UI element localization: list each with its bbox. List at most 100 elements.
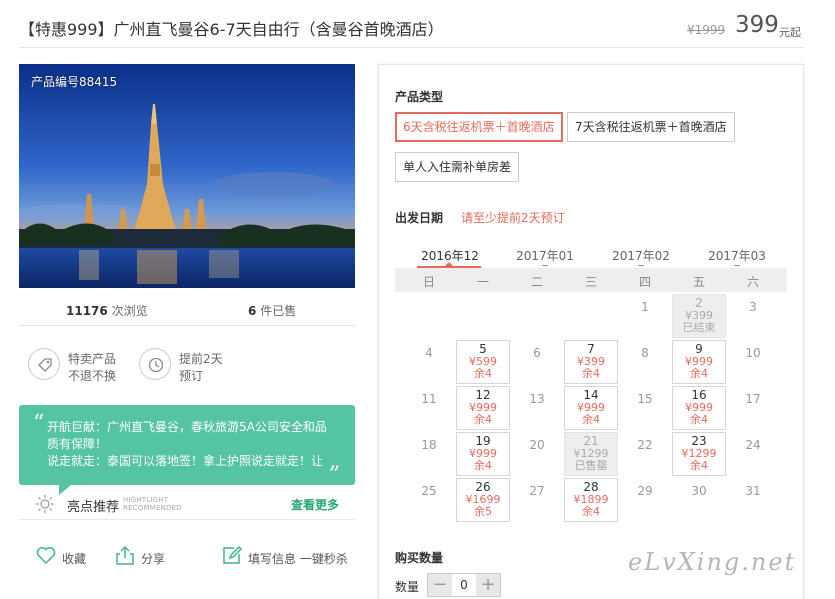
month-tab[interactable]: 2017年02 bbox=[608, 247, 674, 266]
day-status: 余4 bbox=[474, 367, 492, 380]
calendar-day[interactable]: 7 ¥399 余4 bbox=[564, 340, 618, 384]
month-tab[interactable]: 2017年03 bbox=[704, 247, 770, 266]
calendar-day: 15 bbox=[618, 386, 672, 430]
weekday-label: 二 bbox=[530, 275, 543, 289]
views-stat: 11176 次浏览 bbox=[66, 302, 148, 319]
open-quote-icon: “ bbox=[33, 411, 45, 436]
day-number: 29 bbox=[637, 484, 653, 498]
highlight-title: 亮点推荐 bbox=[67, 500, 120, 515]
day-number: 4 bbox=[425, 346, 433, 360]
calendar-day: 13 bbox=[510, 386, 564, 430]
day-number: 8 bbox=[641, 346, 649, 360]
calendar-day[interactable]: 16 ¥999 余4 bbox=[672, 386, 726, 430]
weekday-label: 三 bbox=[584, 275, 597, 289]
day-number: 31 bbox=[745, 484, 761, 498]
product-type-option-6day[interactable]: 6天含税往返机票＋首晚酒店 bbox=[395, 112, 563, 142]
promo-line: 开航巨献：广州直飞曼谷，春秋旅游5A公司安全和品 bbox=[47, 420, 327, 434]
day-number: 1 bbox=[641, 300, 649, 314]
departure-title: 出发日期 bbox=[395, 211, 444, 225]
day-number: 22 bbox=[637, 438, 653, 452]
weekday-label: 日 bbox=[422, 275, 435, 289]
weekday-label: 一 bbox=[476, 275, 489, 289]
sold-label: 件已售 bbox=[260, 304, 297, 318]
day-number: 25 bbox=[421, 484, 437, 498]
stats-bar: 11176 次浏览 6 件已售 bbox=[19, 296, 355, 326]
day-status: 余4 bbox=[474, 459, 492, 472]
day-number: 3 bbox=[749, 300, 757, 314]
day-number: 11 bbox=[421, 392, 437, 406]
share-icon bbox=[116, 545, 134, 565]
day-status: 余4 bbox=[582, 413, 600, 426]
product-type-title: 产品类型 bbox=[395, 90, 444, 104]
title-bar: 【特惠999】广州直飞曼谷6-7天自由行（含曼谷首晚酒店） ¥1999 399 … bbox=[19, 12, 804, 48]
calendar-day: 17 bbox=[726, 386, 780, 430]
day-number: 13 bbox=[529, 392, 545, 406]
day-status: 已售罄 bbox=[574, 459, 608, 472]
day-status: 余4 bbox=[690, 413, 708, 426]
product-type-option-single-room[interactable]: 单人入住需补单房差 bbox=[395, 152, 520, 182]
quantity-stepper: − 0 + bbox=[427, 573, 501, 597]
calendar-day[interactable]: 14 ¥999 余4 bbox=[564, 386, 618, 430]
calendar-day: 10 bbox=[726, 340, 780, 384]
day-status: 余4 bbox=[690, 459, 708, 472]
month-tab[interactable]: 2016年12 bbox=[417, 247, 483, 268]
month-tab[interactable]: 2017年01 bbox=[512, 247, 578, 266]
calendar-day: 20 bbox=[510, 432, 564, 476]
quantity-title: 购买数量 bbox=[395, 551, 444, 565]
quantity-value[interactable]: 0 bbox=[452, 574, 476, 596]
see-more-link[interactable]: 查看更多 bbox=[291, 496, 339, 513]
calendar-day[interactable]: 19 ¥999 余4 bbox=[456, 432, 510, 476]
edit-icon bbox=[223, 545, 243, 564]
day-status: 已结束 bbox=[682, 321, 716, 334]
day-number: 15 bbox=[637, 392, 653, 406]
watermark: eLvXing.net bbox=[628, 548, 797, 576]
price-unit: 元起 bbox=[779, 26, 801, 39]
calendar-day[interactable]: 26 ¥1699 余5 bbox=[456, 478, 510, 522]
calendar-day[interactable]: 28 ¥1899 余4 bbox=[564, 478, 618, 522]
calendar-day[interactable]: 12 ¥999 余4 bbox=[456, 386, 510, 430]
calendar-day: 22 bbox=[618, 432, 672, 476]
product-photo[interactable]: 产品编号88415 bbox=[19, 64, 355, 288]
quantity-label: 数量 bbox=[395, 580, 420, 594]
calendar-day: 8 bbox=[618, 340, 672, 384]
weekday-label: 五 bbox=[692, 275, 705, 289]
day-status: 余4 bbox=[474, 413, 492, 426]
quantity-minus-button[interactable]: − bbox=[428, 574, 452, 596]
share-label: 分享 bbox=[141, 552, 166, 566]
calendar-day[interactable]: 23 ¥1299 余4 bbox=[672, 432, 726, 476]
sold-stat: 6 件已售 bbox=[248, 302, 296, 319]
booking-panel: 产品类型 6天含税往返机票＋首晚酒店 7天含税往返机票＋首晚酒店 单人入住需补单… bbox=[378, 64, 804, 599]
calendar-day: 21 ¥1299 已售罄 bbox=[564, 432, 618, 476]
sold-count: 6 bbox=[248, 304, 257, 318]
calendar-day[interactable]: 5 ¥599 余4 bbox=[456, 340, 510, 384]
day-status: 余4 bbox=[582, 505, 600, 518]
calendar-day: 24 bbox=[726, 432, 780, 476]
product-code: 产品编号88415 bbox=[31, 75, 118, 89]
calendar-grid: 1 2 ¥399 已结束 3 4 5 ¥599 余4 6 7 ¥399 余4 8 9 ¥999 余4 10 11 12… bbox=[395, 294, 787, 530]
weekday-label: 四 bbox=[638, 275, 651, 289]
feature-text: 特卖产品 不退不换 bbox=[68, 352, 117, 383]
weekday-header: 日 一 二 三 四 五 六 bbox=[395, 268, 787, 292]
promo-box: “ 开航巨献：广州直飞曼谷，春秋旅游5A公司安全和品 质有保障！ 说走就走：泰国… bbox=[19, 405, 355, 495]
highlight-subtitle: HIGHTLIGHT RECOMMENDED bbox=[123, 496, 182, 512]
day-number: 24 bbox=[745, 438, 761, 452]
day-number: 27 bbox=[529, 484, 545, 498]
calendar-day: 6 bbox=[510, 340, 564, 384]
temple-image bbox=[19, 64, 355, 288]
feature-icon-wrap bbox=[28, 348, 60, 380]
calendar-day[interactable]: 9 ¥999 余4 bbox=[672, 340, 726, 384]
day-status: 余5 bbox=[474, 505, 492, 518]
quantity-plus-button[interactable]: + bbox=[476, 574, 500, 596]
calendar-day: 18 bbox=[402, 432, 456, 476]
features: 特卖产品 不退不换 提前2天 预订 bbox=[19, 340, 355, 390]
close-quote-icon: „ bbox=[329, 449, 341, 474]
product-type-option-7day[interactable]: 7天含税往返机票＋首晚酒店 bbox=[567, 112, 735, 142]
day-number: 10 bbox=[745, 346, 761, 360]
calendar-day: 11 bbox=[402, 386, 456, 430]
day-number: 17 bbox=[745, 392, 761, 406]
departure-hint: 请至少提前2天预订 bbox=[461, 211, 565, 225]
calendar-day: 3 bbox=[726, 294, 780, 338]
fill-info-label: 填写信息 一键秒杀 bbox=[248, 552, 348, 566]
calendar-day: 4 bbox=[402, 340, 456, 384]
tag-icon bbox=[38, 358, 52, 372]
